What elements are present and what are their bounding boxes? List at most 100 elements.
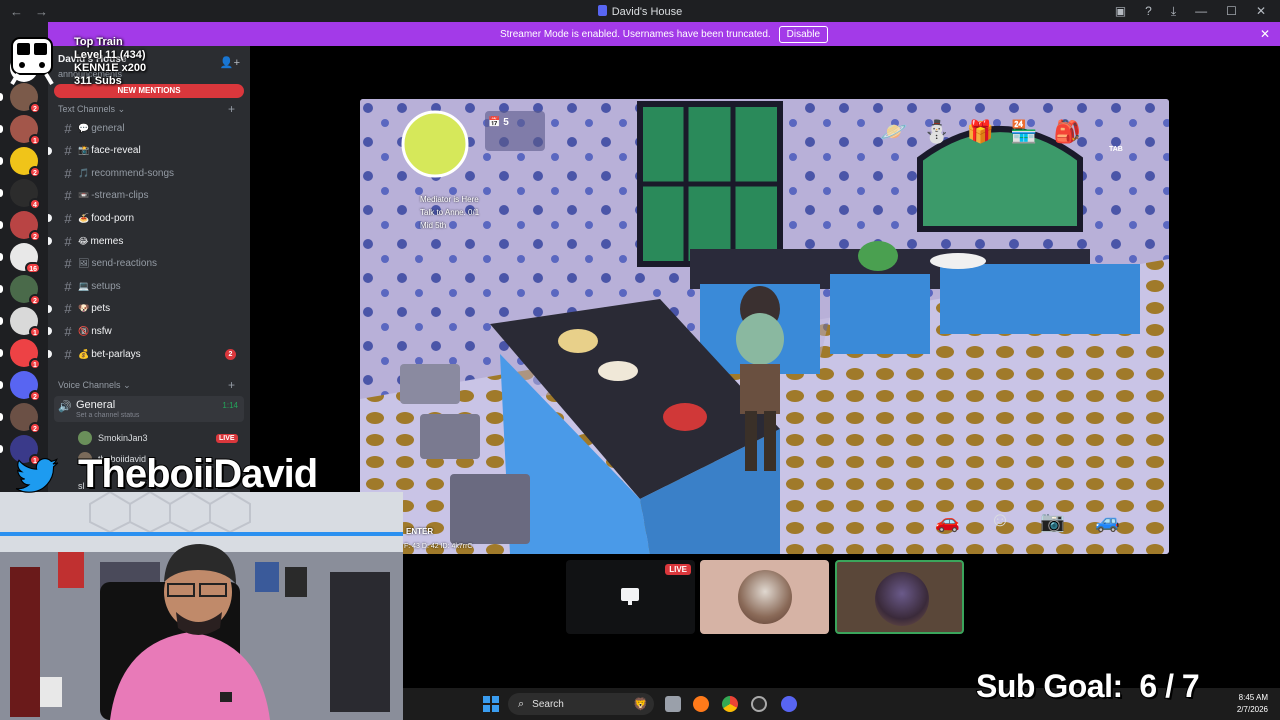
emote-icon[interactable]: ☺ (990, 509, 1010, 534)
minimize-button[interactable]: — (1195, 4, 1207, 18)
server-icon[interactable]: 2 (0, 275, 41, 306)
clock-time: 8:45 AM (1238, 693, 1268, 702)
camera-icon[interactable]: 📷 (1040, 509, 1065, 534)
unread-pill (0, 157, 3, 165)
channel-name: memes (90, 235, 124, 247)
quest-task: Talk to Anne. 0/1 (420, 208, 480, 217)
chrome-icon[interactable] (722, 696, 738, 712)
channel-emoji: 🐶 (78, 303, 90, 314)
create-text-channel-icon[interactable]: + (228, 102, 235, 116)
mention-badge: 2 (29, 166, 41, 178)
channel-nsfw[interactable]: # 🔞 nsfw (48, 321, 244, 341)
mention-badge: 1 (29, 134, 41, 146)
mention-badge: 16 (25, 262, 41, 274)
text-channels-category[interactable]: Text Channels ⌄ + (58, 102, 235, 116)
car-icon[interactable]: 🚗 (935, 509, 960, 534)
voice-channels-category[interactable]: Voice Channels ⌄ + (58, 378, 235, 392)
start-button[interactable] (483, 696, 499, 712)
server-icon[interactable]: 1 (0, 115, 41, 146)
game-scene (360, 99, 1169, 554)
hashtag-icon: # (64, 188, 72, 204)
participant-tile[interactable] (700, 560, 829, 634)
snowman-icon[interactable]: ⛄ (923, 119, 950, 145)
channel-name: general (91, 122, 125, 134)
server-icon[interactable]: 4 (0, 179, 41, 210)
gift-icon[interactable]: 🎁 (967, 119, 994, 145)
maximize-button[interactable]: ☐ (1226, 4, 1237, 18)
voice-user-row[interactable]: SmokinJan3 LIVE (78, 430, 238, 446)
channel-setups[interactable]: # 💻 setups (54, 276, 244, 296)
unread-pill (0, 349, 3, 357)
help-icon[interactable]: ? (1145, 4, 1152, 18)
task-view-icon[interactable] (665, 696, 681, 712)
channel-status-hint[interactable]: Set a channel status (76, 412, 139, 419)
close-button[interactable]: ✕ (1256, 4, 1266, 18)
channel-emoji: 💰 (78, 348, 90, 359)
calendar-count: 5 (503, 117, 509, 128)
unread-pill (0, 317, 3, 325)
stream-video[interactable]: 📅 5 Mediator is Here Talk to Anne. 0/1 M… (360, 99, 1169, 554)
mention-count-badge: 2 (225, 348, 236, 360)
firefox-icon[interactable] (693, 696, 709, 712)
mention-badge: 1 (29, 358, 41, 370)
channel-bet-parlays[interactable]: # 💰 bet-parlays 2 (48, 344, 244, 364)
window-title-text: David's House (611, 5, 683, 18)
channel-recommend-songs[interactable]: # 🎵 recommend-songs (54, 163, 244, 183)
disable-streamer-mode-button[interactable]: Disable (778, 25, 829, 43)
steam-icon[interactable] (751, 696, 767, 712)
channel-emoji: 🖼 (78, 258, 90, 269)
server-icon[interactable]: 2 (0, 403, 41, 434)
unread-indicator (48, 146, 52, 155)
hashtag-icon: # (64, 323, 72, 339)
quest-tracker[interactable]: Mediator is Here Talk to Anne. 0/1 Mid 5… (420, 193, 479, 232)
game-action-icons: 🚗 ☺ 📷 🚙 (935, 509, 1120, 534)
live-badge: LIVE (665, 564, 691, 575)
planet-icon[interactable]: 🪐 (880, 119, 907, 145)
channel-name: nsfw (91, 325, 112, 337)
channel-name: bet-parlays (91, 348, 141, 360)
vehicle-icon[interactable]: 🚙 (1095, 509, 1120, 534)
backpack-icon[interactable]: 🎒 (1054, 119, 1081, 145)
game-coords: F: 43 D: 42 ID: 4k7rrC (404, 543, 473, 550)
unread-indicator (48, 327, 52, 336)
voice-channel-timer: 1:14 (222, 401, 238, 410)
server-icon[interactable]: 1 (0, 339, 41, 370)
participant-tile-speaking[interactable] (835, 560, 964, 634)
mention-badge: 2 (29, 294, 41, 306)
window-titlebar: ← → David's House ▣ ? ⤓ — ☐ ✕ (0, 0, 1280, 22)
channel-memes[interactable]: # 😂 memes (48, 231, 244, 251)
hashtag-icon: # (64, 143, 72, 159)
voice-channel-general[interactable]: 🔊 General 1:14 Set a channel status (54, 396, 244, 422)
server-icon[interactable]: 16 (0, 243, 41, 274)
channel-stream-clips[interactable]: # 📼 -stream-clips (54, 186, 244, 206)
train-icon (10, 37, 54, 86)
taskbar-search[interactable]: ⌕ Search 🦁 (508, 693, 654, 715)
inbox-icon[interactable]: ▣ (1115, 4, 1126, 18)
channel-send-reactions[interactable]: # 🖼 send-reactions (54, 254, 244, 274)
screen-share-tile[interactable]: LIVE (566, 560, 695, 634)
discord-icon[interactable] (781, 696, 797, 712)
system-clock[interactable]: 8:45 AM 2/7/2026 (1237, 692, 1268, 716)
monitor-icon (621, 588, 639, 605)
live-badge: LIVE (216, 433, 238, 443)
server-icon[interactable]: 2 (0, 211, 41, 242)
close-banner-icon[interactable]: ✕ (1260, 27, 1270, 41)
hashtag-icon: # (64, 278, 72, 294)
create-voice-channel-icon[interactable]: + (228, 378, 235, 392)
server-icon[interactable]: 2 (0, 371, 41, 402)
server-icon[interactable]: 1 (0, 307, 41, 338)
chevron-down-icon: ⌄ (117, 104, 126, 114)
channel-general[interactable]: # 💬 general (54, 118, 244, 138)
channel-pets[interactable]: # 🐶 pets (48, 299, 244, 319)
mention-badge: 2 (29, 422, 41, 434)
mention-badge: 2 (29, 230, 41, 242)
channel-face-reveal[interactable]: # 📸 face-reveal (48, 141, 244, 161)
download-icon[interactable]: ⤓ (1171, 4, 1176, 19)
hashtag-icon: # (64, 120, 72, 136)
unread-indicator (48, 350, 52, 358)
unread-pill (0, 285, 3, 293)
top-train-gifter: KENN1E x200 (74, 62, 147, 74)
channel-food-porn[interactable]: # 🍝 food-porn (48, 208, 244, 228)
shop-icon[interactable]: 🏪 (1010, 119, 1037, 145)
server-icon[interactable]: 2 (0, 147, 41, 178)
